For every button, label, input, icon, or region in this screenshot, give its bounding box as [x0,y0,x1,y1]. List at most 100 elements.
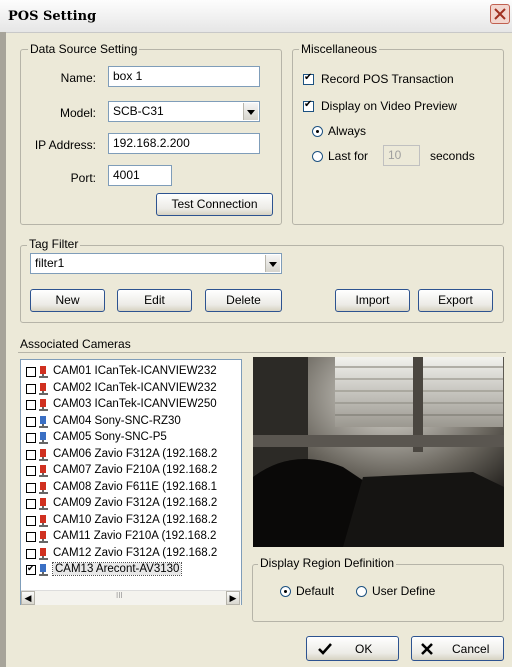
camera-checkbox[interactable] [26,400,36,410]
camera-label: CAM01 ICanTek-ICANVIEW232 [53,365,217,377]
default-region-radio[interactable] [280,586,291,597]
ip-label: IP Address: [34,138,96,152]
camera-checkbox[interactable] [26,383,36,394]
camera-list-item[interactable]: CAM13 Arecont-AV3130 [21,562,241,578]
cancel-button[interactable]: Cancel [411,636,504,661]
camera-label: CAM02 ICanTek-ICANVIEW232 [53,381,217,394]
display-region-legend: Display Region Definition [258,556,397,570]
ok-button[interactable]: OK [306,636,399,661]
camera-list-item[interactable]: CAM11 Zavio F210A (192.168.2 [21,529,241,545]
camera-label: CAM06 Zavio F312A (192.168.2 [53,447,218,460]
camera-list-item[interactable]: CAM10 Zavio F312A (192.168.2 [21,513,241,529]
user-define-radio[interactable] [356,586,367,597]
export-label: Export [438,293,473,307]
delete-button[interactable]: Delete [205,289,282,312]
last-for-radio[interactable] [312,151,323,162]
camera-checkbox[interactable] [26,433,36,443]
camera-list-item[interactable]: CAM01 ICanTek-ICANVIEW232 [21,364,241,380]
tag-filter-value: filter1 [35,256,65,270]
camera-label: CAM03 ICanTek-ICANVIEW250 [53,398,217,410]
checkmark-icon [318,643,332,655]
camera-red-icon [39,399,48,411]
port-input[interactable]: 4001 [108,165,172,186]
horizontal-scrollbar[interactable]: ◀ III ▶ [21,590,241,605]
camera-label: CAM12 Zavio F312A (192.168.2 [53,546,218,559]
chevron-down-icon[interactable] [265,255,280,272]
camera-list-item[interactable]: CAM05 Sony-SNC-P5 [21,430,241,446]
camera-list-item[interactable]: CAM06 Zavio F312A (192.168.2 [21,447,241,463]
camera-checkbox[interactable] [26,449,36,460]
edit-button[interactable]: Edit [117,289,192,312]
camera-red-icon [39,382,48,395]
camera-list-item[interactable]: CAM08 Zavio F611E (192.168.1 [21,480,241,496]
data-source-legend: Data Source Setting [28,42,140,56]
camera-checkbox[interactable] [26,499,36,509]
camera-label: CAM10 Zavio F312A (192.168.2 [53,513,218,526]
camera-checkbox[interactable] [26,563,36,575]
camera-list-item[interactable]: CAM09 Zavio F312A (192.168.2 [21,496,241,512]
import-label: Import [355,293,390,307]
camera-list-item[interactable]: CAM03 ICanTek-ICANVIEW250 [21,397,241,413]
camera-checkbox[interactable] [26,416,36,427]
camera-label: CAM05 Sony-SNC-P5 [53,431,167,443]
name-label: Name: [60,71,96,85]
window-frame [0,32,6,667]
ok-label: OK [355,642,373,656]
record-pos-checkbox[interactable] [303,72,314,85]
scroll-thumb-grip[interactable]: III [116,591,123,600]
camera-preview-image [253,357,504,547]
camera-label: CAM11 Zavio F210A (192.168.2 [53,530,217,542]
window-title: POS Setting [8,9,97,24]
camera-red-icon [39,465,48,477]
camera-label: CAM04 Sony-SNC-RZ30 [53,414,181,427]
camera-checkbox[interactable] [26,548,36,559]
default-region-label: Default [296,584,335,598]
import-button[interactable]: Import [335,289,410,312]
camera-checkbox[interactable] [26,515,36,526]
camera-list-item[interactable]: CAM12 Zavio F312A (192.168.2 [21,546,241,562]
record-pos-label: Record POS Transaction [321,72,454,86]
port-label: Port: [70,171,96,185]
video-preview [253,357,504,547]
user-define-label: User Define [372,584,436,598]
seconds-label: seconds [430,149,475,163]
scroll-left-icon[interactable]: ◀ [21,591,35,605]
name-input[interactable]: box 1 [108,66,260,87]
model-select[interactable]: SCB-C31 [108,101,260,122]
chevron-down-icon[interactable] [243,103,258,120]
new-button[interactable]: New [30,289,105,312]
last-for-label: Last for [328,149,369,163]
camera-checkbox[interactable] [26,466,36,476]
test-connection-button[interactable]: Test Connection [156,193,273,216]
divider [18,352,506,353]
camera-list-item[interactable]: CAM07 Zavio F210A (192.168.2 [21,463,241,479]
camera-red-icon [39,514,48,527]
scroll-right-icon[interactable]: ▶ [226,591,240,605]
ip-address-input[interactable]: 192.168.2.200 [108,133,260,154]
export-button[interactable]: Export [418,289,493,312]
close-button[interactable] [490,4,510,24]
always-radio[interactable] [312,126,323,137]
camera-red-icon [39,448,48,461]
camera-list-item[interactable]: CAM02 ICanTek-ICANVIEW232 [21,381,241,397]
camera-blue-icon [39,415,48,428]
associated-cameras-label: Associated Cameras [20,337,131,351]
always-label: Always [328,124,367,138]
miscellaneous-legend: Miscellaneous [299,42,380,56]
camera-list[interactable]: CAM01 ICanTek-ICANVIEW232 CAM02 ICanTek-I… [20,359,242,605]
camera-red-icon [39,481,48,494]
tag-filter-select[interactable]: filter1 [30,253,282,274]
edit-label: Edit [144,293,165,307]
camera-checkbox[interactable] [26,482,36,493]
camera-checkbox[interactable] [26,532,36,542]
close-icon [494,8,506,20]
tag-filter-legend: Tag Filter [27,237,81,251]
test-connection-label: Test Connection [171,197,258,211]
display-video-checkbox[interactable] [303,99,314,112]
model-value: SCB-C31 [113,104,164,118]
camera-red-icon [39,366,48,378]
camera-checkbox[interactable] [26,367,36,377]
last-for-seconds-input[interactable]: 10 [383,145,420,166]
camera-list-item[interactable]: CAM04 Sony-SNC-RZ30 [21,414,241,430]
model-label: Model: [59,106,96,120]
